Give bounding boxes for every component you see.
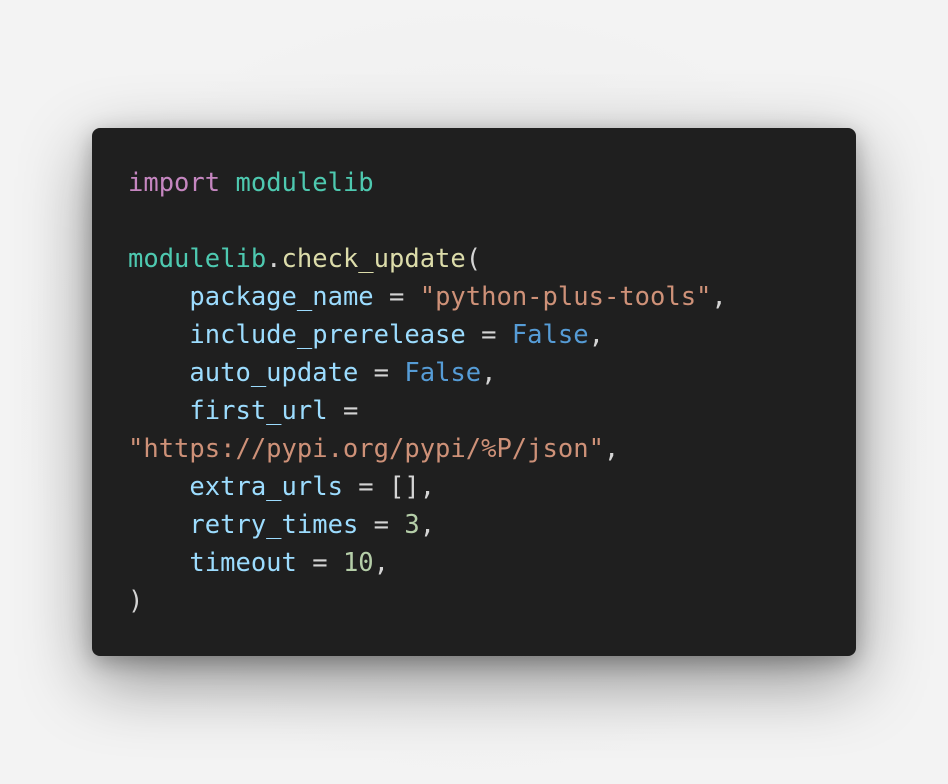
code-token: 10	[342, 548, 374, 578]
code-token: "python-plus-tools"	[419, 282, 712, 312]
code-token: ,	[588, 320, 604, 350]
code-line: "https://pypi.org/pypi/%P/json",	[128, 430, 820, 468]
code-line: import modulelib	[128, 164, 820, 202]
code-token: False	[404, 358, 482, 388]
code-token: ,	[373, 548, 390, 578]
code-token: 3	[404, 510, 420, 540]
code-token: ,	[481, 358, 497, 388]
code-block: import modulelib modulelib.check_update(…	[128, 164, 820, 620]
code-token: =	[373, 282, 420, 312]
code-line: modulelib.check_update(	[128, 240, 820, 278]
code-line: )	[128, 582, 820, 620]
code-token: include_prerelease	[189, 320, 466, 350]
code-token: =	[358, 358, 405, 388]
code-token: package_name	[189, 282, 374, 312]
code-token: first_url	[189, 396, 328, 426]
code-token: False	[511, 320, 589, 350]
code-line: extra_urls = [],	[128, 468, 820, 506]
code-token: ,	[419, 510, 436, 540]
code-line: auto_update = False,	[128, 354, 820, 392]
code-token: auto_update	[189, 358, 359, 388]
code-token: (	[465, 244, 482, 274]
code-line: first_url =	[128, 392, 820, 430]
code-card: import modulelib modulelib.check_update(…	[92, 128, 856, 656]
code-token: check_update	[281, 244, 466, 274]
code-token: .	[266, 244, 282, 274]
code-token: =	[296, 548, 343, 578]
code-token: =	[327, 396, 359, 426]
code-line: package_name = "python-plus-tools",	[128, 278, 820, 316]
code-token: ,	[711, 282, 727, 312]
code-token: = [],	[342, 472, 436, 502]
code-token: "https://pypi.org/pypi/%P/json"	[128, 434, 604, 464]
code-token: extra_urls	[189, 472, 343, 502]
code-token: modulelib	[128, 244, 267, 274]
code-token: import	[128, 168, 221, 198]
code-token: timeout	[189, 548, 297, 578]
code-token: )	[128, 586, 144, 616]
code-line: retry_times = 3,	[128, 506, 820, 544]
code-token: modulelib	[235, 168, 374, 198]
code-token: =	[465, 320, 512, 350]
code-line: timeout = 10,	[128, 544, 820, 582]
code-token: ,	[603, 434, 620, 464]
code-token: =	[358, 510, 405, 540]
code-token: retry_times	[189, 510, 359, 540]
code-line: include_prerelease = False,	[128, 316, 820, 354]
